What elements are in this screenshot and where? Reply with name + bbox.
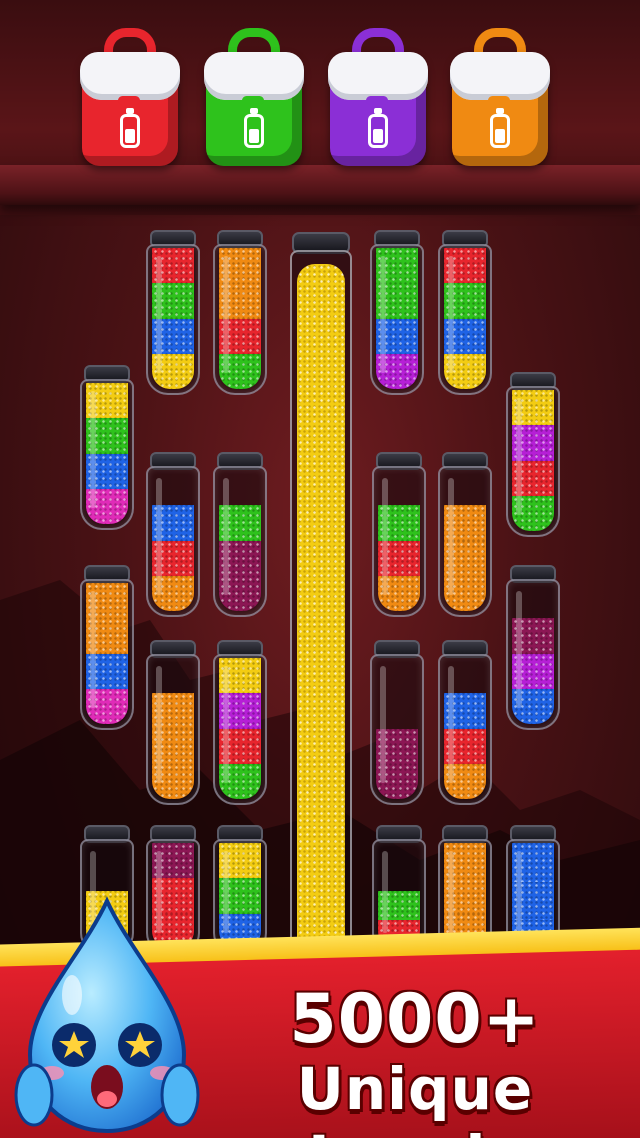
water-drop-mascot	[14, 896, 200, 1134]
glass-tube[interactable]	[213, 230, 267, 395]
glass-tube[interactable]	[213, 825, 267, 955]
glass-tube[interactable]	[506, 565, 560, 730]
tube-glass	[80, 379, 134, 530]
tube-glass	[290, 250, 352, 972]
tube-glass	[438, 654, 492, 805]
tube-glass	[213, 244, 267, 395]
headline-count: 5000+	[289, 980, 541, 1059]
tube-glass	[370, 654, 424, 805]
tube-glass	[146, 244, 200, 395]
glass-tube[interactable]	[372, 452, 426, 617]
glass-tube[interactable]	[438, 640, 492, 805]
red-bag[interactable]	[80, 28, 180, 170]
game-scene: 5000+ Unique Levels	[0, 0, 640, 1138]
tube-glass	[506, 386, 560, 537]
tube-glass	[438, 244, 492, 395]
tube-glass	[438, 466, 492, 617]
tube-glass	[213, 654, 267, 805]
tube-liquid-yellow	[297, 264, 345, 970]
glass-tube[interactable]	[146, 640, 200, 805]
tall-tube[interactable]	[290, 232, 352, 972]
shelf-board	[0, 165, 640, 205]
left-eye-icon	[52, 1023, 96, 1067]
bag-flap	[80, 52, 180, 105]
bottle-icon	[368, 108, 388, 148]
bag-flap	[450, 52, 550, 105]
glass-tube[interactable]	[438, 230, 492, 395]
bag-flap	[204, 52, 304, 105]
glass-tube[interactable]	[506, 372, 560, 537]
bottle-icon	[490, 108, 510, 148]
glass-tube[interactable]	[80, 565, 134, 730]
glass-tube[interactable]	[213, 452, 267, 617]
bottle-icon	[244, 108, 264, 148]
tube-glass	[146, 654, 200, 805]
tube-glass	[213, 466, 267, 617]
purple-bag[interactable]	[328, 28, 428, 170]
orange-bag[interactable]	[450, 28, 550, 170]
glass-tube[interactable]	[146, 452, 200, 617]
tube-glass	[80, 579, 134, 730]
glass-tube[interactable]	[438, 452, 492, 617]
glass-tube[interactable]	[370, 640, 424, 805]
bag-flap	[328, 52, 428, 105]
glass-tube[interactable]	[146, 230, 200, 395]
tube-glass	[146, 466, 200, 617]
tube-glass	[506, 579, 560, 730]
tube-glass	[370, 244, 424, 395]
glass-tube[interactable]	[213, 640, 267, 805]
right-eye-icon	[118, 1023, 162, 1067]
green-bag[interactable]	[204, 28, 304, 170]
tube-glass	[372, 466, 426, 617]
glass-tube[interactable]	[80, 365, 134, 530]
glass-tube[interactable]	[370, 230, 424, 395]
headline-subtitle: Unique Levels	[296, 1055, 534, 1138]
bottle-icon	[120, 108, 140, 148]
